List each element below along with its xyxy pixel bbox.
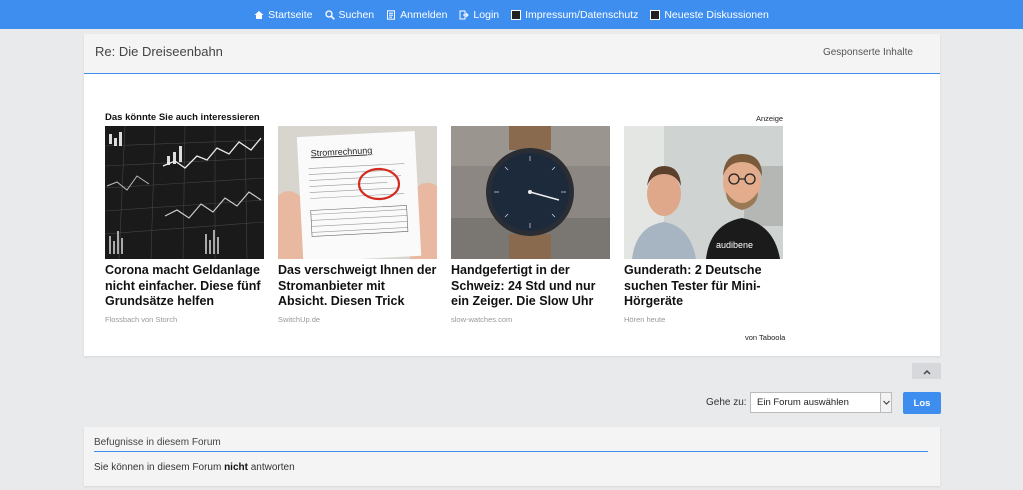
nav-item-label: Anmelden [400, 8, 448, 21]
post-panel: Re: Die Dreiseenbahn Gesponserte Inhalte… [84, 34, 940, 356]
permissions-title: Befugnisse in diesem Forum [94, 437, 221, 448]
ad-title[interactable]: Corona macht Geldanlage nicht einfacher.… [105, 263, 264, 310]
nav-item-label: Impressum/Datenschutz [525, 8, 639, 21]
forum-select[interactable]: Ein Forum auswählen [750, 392, 892, 413]
shirt-text: audibene [716, 240, 753, 250]
ad-source[interactable]: Hören heute [624, 315, 783, 324]
divider [94, 451, 928, 452]
nav-item-startseite[interactable]: Startseite [254, 8, 313, 21]
nav-item-label: Suchen [338, 8, 375, 21]
register-icon [386, 9, 396, 20]
ad-image-wristwatch[interactable] [451, 126, 610, 259]
permissions-text-bold: nicht [224, 462, 248, 473]
login-icon [459, 10, 470, 20]
taboola-credit[interactable]: von Taboola [745, 333, 785, 342]
nav-item-login[interactable]: Login [459, 9, 499, 21]
nav-item-label: Neueste Diskussionen [664, 8, 769, 21]
search-icon [324, 9, 335, 20]
ad-image-two-men[interactable]: audibene [624, 126, 783, 259]
go-button[interactable]: Los [903, 392, 941, 414]
permissions-text-start: Sie können in diesem Forum [94, 462, 225, 473]
post-header: Re: Die Dreiseenbahn Gesponserte Inhalte [84, 34, 940, 74]
ad-card[interactable]: Handgefertigt in der Schweiz: 24 Std und… [451, 126, 610, 324]
ad-card[interactable]: audibene Gunderath: 2 Deutsche suchen Te… [624, 126, 783, 324]
nav-item-label: Login [473, 8, 500, 21]
home-icon [254, 10, 264, 20]
nav-item-suchen[interactable]: Suchen [324, 8, 375, 21]
nav-item-anmelden[interactable]: Anmelden [386, 9, 447, 21]
imprint-icon [511, 9, 522, 20]
chevron-up-icon [922, 362, 931, 380]
ad-image-electricity-bill[interactable]: Stromrechnung [278, 126, 437, 259]
top-navigation-bar: Startseite Suchen Anmelden Login Impress… [0, 0, 1023, 29]
ad-source[interactable]: SwitchUp.de [278, 315, 437, 324]
ad-source[interactable]: Flossbach von Storch [105, 315, 264, 324]
ad-title[interactable]: Gunderath: 2 Deutsche suchen Tester für … [624, 263, 783, 310]
jump-to-label: Gehe zu: [706, 397, 747, 408]
ad-title[interactable]: Handgefertigt in der Schweiz: 24 Std und… [451, 263, 610, 310]
ad-card[interactable]: Stromrechnung Das verschweigt Ihnen der … [278, 126, 437, 324]
post-title: Re: Die Dreiseenbahn [95, 44, 223, 59]
chevron-down-icon [880, 393, 891, 412]
nav-item-neueste-diskussionen[interactable]: Neueste Diskussionen [650, 8, 769, 21]
ad-card[interactable]: Corona macht Geldanlage nicht einfacher.… [105, 126, 264, 324]
permissions-text-end: antworten [247, 462, 295, 473]
ad-image-stock-chart[interactable] [105, 126, 264, 259]
ads-heading: Das könnte Sie auch interessieren [105, 112, 260, 123]
nav-item-label: Startseite [268, 8, 313, 21]
ads-label[interactable]: Anzeige [756, 114, 783, 123]
permissions-panel: Befugnisse in diesem Forum Sie können in… [84, 427, 940, 486]
ad-title[interactable]: Das verschweigt Ihnen der Stromanbieter … [278, 263, 437, 310]
nav-item-impressum[interactable]: Impressum/Datenschutz [511, 9, 638, 21]
forum-select-value: Ein Forum auswählen [757, 397, 849, 408]
scroll-to-top-button[interactable] [912, 363, 941, 379]
ad-source[interactable]: slow-watches.com [451, 315, 610, 324]
permissions-text: Sie können in diesem Forum nicht antwort… [94, 462, 295, 473]
discussions-icon [650, 9, 661, 20]
sponsored-label: Gesponserte Inhalte [822, 47, 913, 58]
